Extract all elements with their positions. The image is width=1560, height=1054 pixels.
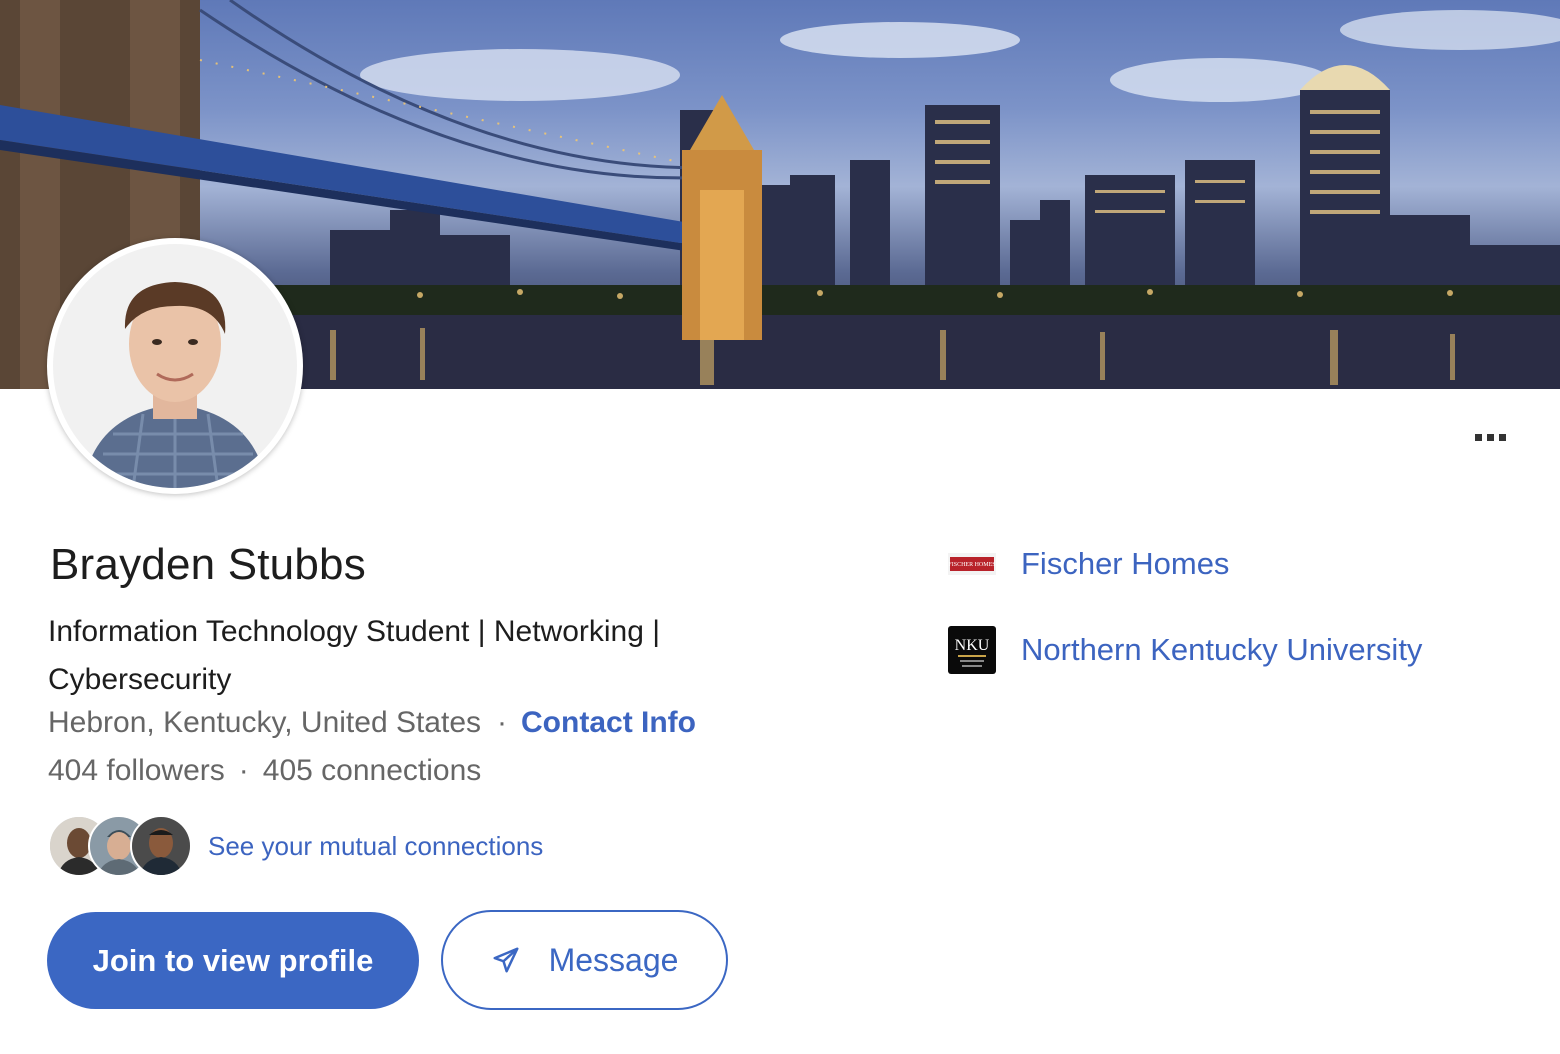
contact-info-link[interactable]: Contact Info: [521, 706, 696, 739]
mutual-connections-link[interactable]: See your mutual connections: [208, 831, 543, 862]
nku-logo: NKU: [948, 626, 996, 674]
followers-count: 404 followers: [48, 754, 225, 787]
ellipsis-icon: [1474, 433, 1482, 441]
svg-text:FISCHER HOMES: FISCHER HOMES: [948, 562, 995, 568]
more-actions-button[interactable]: [1462, 420, 1518, 454]
profile-name: Brayden Stubbs: [50, 540, 366, 589]
network-stats: 404 followers · 405 connections: [48, 754, 481, 788]
mutual-avatars: [48, 815, 192, 877]
school-link[interactable]: NKU Northern Kentucky University: [948, 624, 1422, 676]
join-to-view-profile-button[interactable]: Join to view profile: [47, 912, 419, 1009]
message-button[interactable]: Message: [441, 910, 728, 1010]
profile-avatar[interactable]: [47, 238, 303, 494]
message-button-label: Message: [548, 941, 679, 978]
mutual-avatar: [130, 815, 192, 877]
separator-dot: ·: [238, 754, 249, 787]
svg-text:NKU: NKU: [955, 637, 990, 654]
mutual-connections[interactable]: See your mutual connections: [48, 815, 543, 877]
location-line: Hebron, Kentucky, United States · Contact …: [48, 706, 696, 740]
current-company-link[interactable]: FISCHER HOMES Fischer Homes: [948, 540, 1229, 588]
company-name: Fischer Homes: [1021, 546, 1230, 581]
fischer-homes-logo: FISCHER HOMES: [948, 553, 996, 575]
profile-card: Brayden Stubbs Information Technology St…: [0, 0, 1560, 1054]
profile-location: Hebron, Kentucky, United States: [48, 706, 482, 739]
send-icon: [493, 947, 519, 973]
separator-dot: ·: [497, 706, 508, 739]
profile-headline: Information Technology Student | Network…: [48, 615, 661, 696]
school-name: Northern Kentucky University: [1021, 632, 1423, 667]
profile-photo: [53, 244, 297, 488]
connections-count: 405 connections: [262, 754, 482, 787]
